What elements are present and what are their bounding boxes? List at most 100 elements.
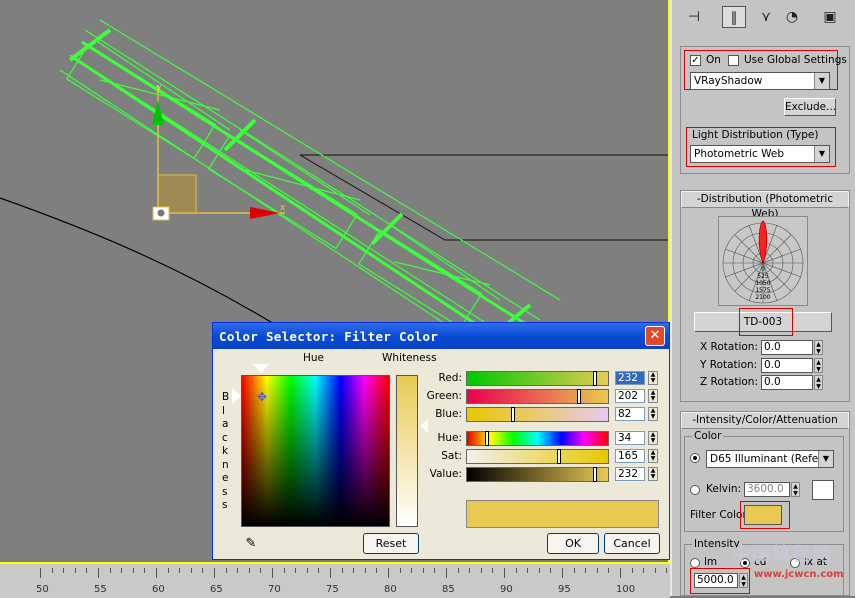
blackness-letter: a [222, 418, 229, 430]
hue-pointer[interactable] [253, 364, 269, 373]
utilities-icon[interactable]: ▣ [818, 6, 842, 28]
z-rotation-input[interactable]: 0.0 [761, 375, 813, 390]
reset-button[interactable]: Reset [363, 533, 419, 554]
sat-slider[interactable] [466, 449, 609, 464]
value-input[interactable]: 232 [615, 467, 645, 481]
green-slider-thumb[interactable] [577, 389, 581, 404]
green-slider[interactable] [466, 389, 609, 404]
photometric-web-title[interactable]: -Distribution (Photometric Web) [681, 191, 849, 220]
red-slider-thumb[interactable] [593, 371, 597, 386]
light-bulb-icon [157, 209, 165, 217]
command-panel: ⊣ ∥ ⋎ ◔ ▣ ✓ On Use Global Settings VRayS… [670, 0, 855, 596]
ok-button[interactable]: OK [547, 533, 599, 554]
web-tick-3: 1575 [755, 287, 770, 294]
polar-graph: 0 525 1050 1575 2100 [719, 217, 807, 305]
create-icon[interactable]: ⊣ [682, 6, 706, 28]
shadows-on-checkbox[interactable]: ✓ [690, 55, 701, 66]
y-rotation-input[interactable]: 0.0 [761, 358, 813, 373]
timeline-tick [214, 568, 215, 578]
value-label: Value: [429, 468, 462, 480]
dialog-title-bar[interactable]: Color Selector: Filter Color ✕ [213, 323, 669, 349]
kelvin-radio[interactable] [690, 485, 700, 495]
green-spinner[interactable]: ▲ ▼ [648, 389, 658, 403]
value-slider-thumb[interactable] [593, 467, 597, 482]
y-rotation-spinner[interactable]: ▲ ▼ [814, 358, 823, 373]
timeline-ruler[interactable]: 50 55 60 65 70 75 80 85 90 95 100 [0, 562, 670, 598]
timeline-tick [318, 568, 320, 573]
chevron-down-icon: ▼ [814, 146, 829, 162]
timeline-tick [596, 568, 598, 573]
timeline-tick-label: 95 [558, 584, 571, 595]
hierarchy-icon[interactable]: ⋎ [754, 6, 778, 28]
web-tick-4: 2100 [755, 294, 770, 301]
timeline-tick [51, 568, 53, 573]
watermark-chinese: 中国教程网 [732, 544, 832, 565]
timeline-tick [457, 568, 459, 573]
close-icon[interactable]: ✕ [645, 326, 665, 346]
z-rotation-spinner[interactable]: ▲ ▼ [814, 375, 823, 390]
timeline-tick [608, 568, 610, 573]
light-distribution-dropdown[interactable]: Photometric Web ▼ [690, 145, 830, 163]
color-preset-dropdown[interactable]: D65 Illuminant (Refere ▼ [706, 450, 834, 468]
truss-wireframe[interactable] [59, 19, 561, 361]
timeline-tick-label: 50 [36, 584, 49, 595]
sat-input[interactable]: 165 [615, 449, 645, 463]
kelvin-input[interactable]: 3600.0 [744, 482, 790, 497]
hue-input[interactable]: 34 [615, 431, 645, 445]
timeline-tick [562, 568, 563, 578]
green-label: Green: [426, 390, 462, 402]
blue-spinner[interactable]: ▲ ▼ [648, 407, 658, 421]
green-input[interactable]: 202 [615, 389, 645, 403]
exclude-button[interactable]: Exclude... [784, 98, 836, 116]
timeline-tick-label: 90 [500, 584, 513, 595]
scene-edge-lower [299, 154, 668, 241]
red-slider[interactable] [466, 371, 609, 386]
sat-spinner[interactable]: ▲ ▼ [648, 449, 658, 463]
x-rotation-input[interactable]: 0.0 [761, 340, 813, 355]
gizmo-x-arrow[interactable] [250, 207, 280, 219]
chevron-down-icon: ▼ [814, 73, 829, 89]
kelvin-spinner[interactable]: ▲ ▼ [791, 482, 800, 497]
timeline-tick [306, 568, 308, 573]
timeline-tick [527, 568, 529, 573]
timeline-tick [538, 568, 540, 573]
cancel-button[interactable]: Cancel [604, 533, 660, 554]
shadow-type-dropdown[interactable]: VRayShadow ▼ [690, 72, 830, 90]
blackness-letter: c [222, 431, 228, 444]
use-global-checkbox[interactable] [728, 55, 739, 66]
red-spinner[interactable]: ▲ ▼ [648, 371, 658, 385]
lm-radio[interactable] [690, 558, 700, 568]
whiteness-label: Whiteness [382, 352, 437, 364]
x-rotation-spinner[interactable]: ▲ ▼ [814, 340, 823, 355]
blue-slider[interactable] [466, 407, 609, 422]
eyedropper-icon[interactable]: ✎ [242, 535, 260, 553]
blackness-letter: k [222, 445, 229, 457]
web-tick-1: 525 [757, 273, 769, 280]
whiteness-bar[interactable] [396, 375, 418, 527]
blackness-letter: l [222, 404, 225, 417]
blue-slider-thumb[interactable] [511, 407, 515, 422]
hue-blackness-field[interactable]: ✥ [241, 375, 390, 527]
hue-spinner[interactable]: ▲ ▼ [648, 431, 658, 445]
timeline-tick [272, 568, 273, 578]
motion-icon[interactable]: ◔ [780, 6, 804, 28]
scene-curve [0, 197, 301, 341]
modify-icon[interactable]: ∥ [722, 6, 746, 28]
blackness-pointer[interactable] [232, 388, 241, 404]
red-label: Red: [438, 372, 463, 384]
value-slider[interactable] [466, 467, 609, 482]
blue-input[interactable]: 82 [615, 407, 645, 421]
hue-slider[interactable] [466, 431, 609, 446]
timeline-tick [620, 568, 621, 578]
kelvin-color-swatch[interactable] [812, 480, 834, 500]
preset-radio[interactable] [690, 453, 700, 463]
value-spinner[interactable]: ▲ ▼ [648, 467, 658, 481]
sat-slider-thumb[interactable] [557, 449, 561, 464]
hue-slider-thumb[interactable] [485, 431, 489, 446]
intensity-title[interactable]: -Intensity/Color/Attenuation [681, 412, 849, 429]
whiteness-pointer[interactable] [420, 419, 428, 433]
timeline-tick [225, 568, 227, 573]
web-tick-2: 1050 [755, 280, 770, 287]
red-input[interactable]: 232 [615, 371, 645, 385]
timeline-tick [341, 568, 343, 573]
